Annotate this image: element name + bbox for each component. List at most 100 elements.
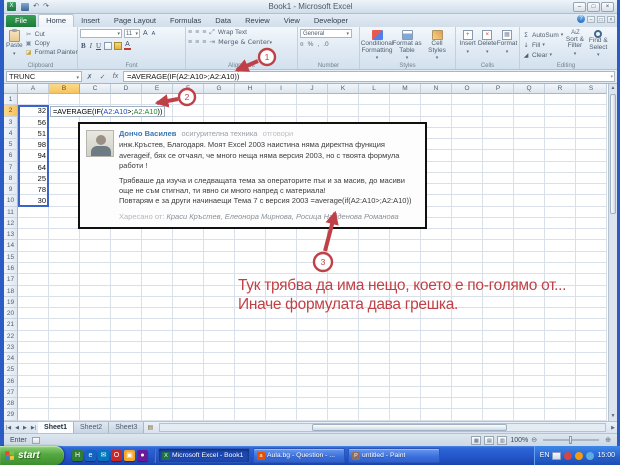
borders-button[interactable] (104, 41, 113, 50)
next-sheet-icon[interactable]: ▶ (21, 425, 29, 431)
grid-cell[interactable] (545, 217, 576, 230)
grid-cell[interactable] (142, 375, 173, 387)
grid-cell[interactable] (514, 251, 545, 263)
minimize-button[interactable]: ‒ (573, 1, 586, 12)
grid-cell[interactable] (204, 94, 235, 106)
grid-cell[interactable] (483, 409, 514, 421)
column-header-B[interactable]: B (49, 84, 80, 94)
column-header-A[interactable]: A (18, 84, 49, 94)
grid-cell[interactable] (576, 308, 607, 320)
grid-cell[interactable] (359, 386, 390, 399)
grid-cell[interactable] (111, 375, 142, 387)
grid-cell[interactable] (204, 296, 235, 309)
grid-cell[interactable] (545, 195, 576, 207)
grid-cell[interactable] (297, 398, 328, 410)
grid-cell[interactable] (80, 364, 111, 376)
grid-cell[interactable] (483, 341, 514, 354)
grid-cell[interactable] (576, 274, 607, 286)
first-sheet-icon[interactable]: |◀ (4, 425, 13, 431)
quicklaunch-opera-icon[interactable]: O (111, 450, 122, 461)
grid-cell[interactable] (49, 285, 80, 297)
row-header-11[interactable]: 11 (4, 206, 18, 218)
grid-cell[interactable] (328, 364, 359, 376)
grid-cell[interactable] (328, 353, 359, 365)
grid-cell[interactable] (204, 364, 235, 376)
row-header-18[interactable]: 18 (4, 285, 18, 297)
grid-cell[interactable] (514, 262, 545, 275)
grid-cell[interactable] (576, 172, 607, 185)
grid-cell[interactable] (49, 240, 80, 252)
grid-cell[interactable] (235, 94, 266, 106)
row-header-9[interactable]: 9 (4, 184, 18, 196)
grid-cell[interactable] (49, 139, 80, 151)
grid-cell[interactable] (266, 105, 297, 117)
scroll-down-icon[interactable]: ▼ (609, 412, 617, 421)
grid-cell[interactable] (80, 308, 111, 320)
quicklaunch-folder-icon[interactable]: ▣ (124, 450, 135, 461)
grid-cell[interactable] (576, 150, 607, 162)
grid-cell[interactable] (514, 353, 545, 365)
row-header-23[interactable]: 23 (4, 341, 18, 354)
grid-cell[interactable] (111, 353, 142, 365)
grid-cell[interactable] (266, 375, 297, 387)
grid-cell[interactable] (111, 251, 142, 263)
grid-cell[interactable] (204, 308, 235, 320)
grid-cell[interactable]: 30 (18, 195, 49, 207)
grid-cell[interactable] (204, 398, 235, 410)
grid-cell[interactable] (111, 94, 142, 106)
grid-cell[interactable] (235, 330, 266, 342)
grid-cell[interactable] (18, 386, 49, 399)
grid-cell[interactable] (204, 251, 235, 263)
grid-cell[interactable] (49, 341, 80, 354)
grid-cell[interactable] (483, 375, 514, 387)
grid-cell[interactable] (359, 262, 390, 275)
grid-cell[interactable] (421, 94, 452, 106)
grid-cell[interactable] (421, 330, 452, 342)
grid-cell[interactable] (452, 319, 483, 331)
grid-cell[interactable] (514, 105, 545, 117)
vertical-scroll-thumb[interactable] (610, 94, 616, 214)
grid-cell[interactable] (328, 251, 359, 263)
font-color-button[interactable]: A (124, 41, 131, 50)
grid-cell[interactable] (80, 330, 111, 342)
grid-cell[interactable] (235, 341, 266, 354)
macro-record-icon[interactable] (31, 436, 40, 444)
prev-sheet-icon[interactable]: ◀ (13, 425, 21, 431)
tray-blue-icon[interactable] (586, 451, 595, 460)
last-sheet-icon[interactable]: ▶| (29, 425, 38, 431)
grid-cell[interactable] (49, 409, 80, 421)
grid-cell[interactable] (576, 184, 607, 196)
grid-cell[interactable] (545, 398, 576, 410)
grid-cell[interactable] (173, 251, 204, 263)
grid-cell[interactable] (576, 251, 607, 263)
grid-cell[interactable] (80, 398, 111, 410)
grid-cell[interactable] (421, 341, 452, 354)
grid-cell[interactable] (514, 94, 545, 106)
grid-cell[interactable] (576, 94, 607, 106)
column-header-O[interactable]: O (452, 84, 483, 94)
column-header-G[interactable]: G (204, 84, 235, 94)
grid-cell[interactable] (483, 353, 514, 365)
grid-cell[interactable] (359, 353, 390, 365)
grid-cell[interactable] (111, 319, 142, 331)
grid-cell[interactable] (297, 229, 328, 241)
grid-cell[interactable] (452, 206, 483, 218)
grid-cell[interactable] (545, 139, 576, 151)
tab-home[interactable]: Home (38, 14, 75, 27)
comment-reply-link[interactable]: отговори (263, 129, 294, 138)
grid-cell[interactable]: 94 (18, 150, 49, 162)
grid-cell[interactable] (297, 262, 328, 275)
grid-cell[interactable] (204, 240, 235, 252)
grid-cell[interactable] (49, 353, 80, 365)
grid-cell[interactable] (18, 308, 49, 320)
grid-cell[interactable] (173, 341, 204, 354)
grid-cell[interactable] (452, 353, 483, 365)
grid-cell[interactable] (173, 240, 204, 252)
row-header-16[interactable]: 16 (4, 262, 18, 275)
grid-cell[interactable] (545, 341, 576, 354)
tab-developer[interactable]: Developer (307, 15, 355, 27)
column-header-P[interactable]: P (483, 84, 514, 94)
grid-cell[interactable] (266, 386, 297, 399)
column-header-F[interactable]: F (173, 84, 204, 94)
grid-cell[interactable] (173, 330, 204, 342)
